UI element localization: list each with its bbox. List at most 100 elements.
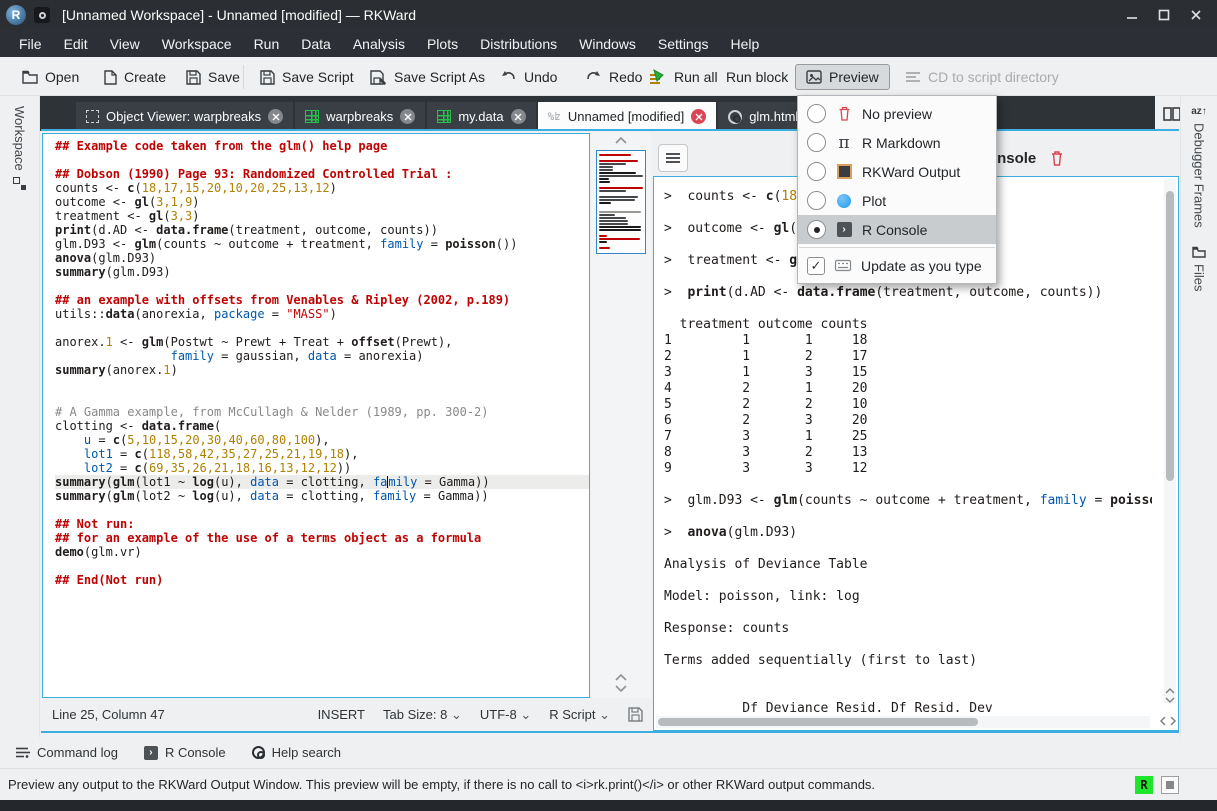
run-block-button[interactable]: Run block xyxy=(726,64,788,90)
console-line xyxy=(664,605,1152,621)
insert-mode-label[interactable]: INSERT xyxy=(318,707,365,722)
minimize-button[interactable] xyxy=(1121,4,1143,26)
toolview-command-log[interactable]: Command log xyxy=(16,745,118,760)
undo-button[interactable]: Undo xyxy=(500,64,557,90)
scroll-left-icon[interactable] xyxy=(1160,716,1166,726)
menu-item-plot[interactable]: Plot xyxy=(798,186,996,215)
help-search-icon xyxy=(252,746,265,759)
preview-menu-button[interactable] xyxy=(658,144,688,172)
filetype-selector[interactable]: R Script ⌄ xyxy=(549,707,610,723)
code-line: # A Gamma example, from McCullagh & Neld… xyxy=(55,405,589,419)
radio-icon xyxy=(807,191,826,210)
tab-unnamed-modified[interactable]: %ʫ Unnamed [modified] xyxy=(538,102,717,131)
tab-close-icon[interactable] xyxy=(691,109,706,124)
code-line: treatment <- gl(3,3) xyxy=(55,209,589,223)
menu-item-r-markdown[interactable]: π R Markdown xyxy=(798,128,996,157)
console-line: 4 2 1 20 xyxy=(664,381,1152,397)
open-button[interactable]: Open xyxy=(22,64,79,90)
interrupt-r-button[interactable] xyxy=(1161,776,1179,794)
scroll-right-icon[interactable] xyxy=(1170,716,1176,726)
scroll-up-icon[interactable] xyxy=(591,133,651,144)
scroll-up-icon[interactable] xyxy=(1165,688,1175,694)
run-all-button[interactable]: Run all xyxy=(648,64,718,90)
editor-scrollbar-strip[interactable] xyxy=(591,133,651,698)
script-editor[interactable]: ## Example code taken from the glm() hel… xyxy=(42,133,590,698)
run-all-icon xyxy=(648,69,667,85)
create-button[interactable]: Create xyxy=(104,64,166,90)
menu-settings[interactable]: Settings xyxy=(647,32,720,56)
undo-icon xyxy=(500,70,517,85)
rkward-output-icon xyxy=(835,164,853,179)
radio-icon xyxy=(807,104,826,123)
menu-help[interactable]: Help xyxy=(720,32,771,56)
split-view-icon[interactable] xyxy=(1163,107,1181,121)
sidebar-item-workspace[interactable]: Workspace xyxy=(0,106,39,190)
tab-warpbreaks[interactable]: warpbreaks xyxy=(295,102,425,131)
console-line: Analysis of Deviance Table xyxy=(664,557,1152,573)
menu-view[interactable]: View xyxy=(99,32,151,56)
editor-minimap[interactable] xyxy=(596,150,646,254)
scrollbar-thumb[interactable] xyxy=(1166,191,1174,481)
menu-plots[interactable]: Plots xyxy=(416,32,469,56)
menu-edit[interactable]: Edit xyxy=(53,32,99,56)
menu-item-update-as-you-type[interactable]: ✓ Update as you type xyxy=(798,251,996,280)
editor-code-area[interactable]: ## Example code taken from the glm() hel… xyxy=(43,134,589,587)
editor-status-bar: Line 25, Column 47 INSERT Tab Size: 8 ⌄ … xyxy=(42,698,651,731)
menu-run[interactable]: Run xyxy=(243,32,291,56)
menu-workspace[interactable]: Workspace xyxy=(151,32,243,56)
tab-size-selector[interactable]: Tab Size: 8 ⌄ xyxy=(383,707,462,723)
tab-close-icon[interactable] xyxy=(268,109,283,124)
save-state-icon xyxy=(628,707,643,722)
markdown-pi-icon: π xyxy=(835,133,853,153)
radio-icon xyxy=(807,133,826,152)
preview-button[interactable]: Preview xyxy=(795,64,890,90)
console-line: 6 2 3 20 xyxy=(664,413,1152,429)
code-line: ## Example code taken from the glm() hel… xyxy=(55,139,589,153)
maximize-button[interactable] xyxy=(1153,4,1175,26)
console-vertical-scrollbar[interactable] xyxy=(1164,179,1176,703)
cd-to-script-directory-button[interactable]: CD to script directory xyxy=(905,64,1059,90)
menu-analysis[interactable]: Analysis xyxy=(342,32,416,56)
console-horizontal-scrollbar[interactable] xyxy=(656,716,1150,728)
encoding-selector[interactable]: UTF-8 ⌄ xyxy=(480,707,531,723)
menu-windows[interactable]: Windows xyxy=(568,32,647,56)
save-icon xyxy=(186,70,201,85)
console-line: 8 3 2 13 xyxy=(664,445,1152,461)
toolview-help-search[interactable]: Help search xyxy=(252,745,341,760)
console-line: Terms added sequentially (first to last) xyxy=(664,653,1152,669)
sidebar-item-files[interactable]: Files xyxy=(1181,246,1217,291)
tab-object-viewer-warpbreaks[interactable]: Object Viewer: warpbreaks xyxy=(76,102,293,131)
cursor-position-label: Line 25, Column 47 xyxy=(52,707,165,722)
save-button[interactable]: Save xyxy=(186,64,240,90)
tab-my-data[interactable]: my.data xyxy=(427,102,535,131)
scroll-down-icon[interactable] xyxy=(615,685,627,692)
tab-glm-help[interactable]: glm.html xyxy=(718,102,808,131)
scroll-down-icon[interactable] xyxy=(1165,697,1175,703)
save-script-as-button[interactable]: Save Script As xyxy=(370,64,485,90)
close-button[interactable] xyxy=(1185,4,1207,26)
console-line: > glm.D93 <- glm(counts ~ outcome + trea… xyxy=(664,493,1152,509)
tab-close-icon[interactable] xyxy=(511,109,526,124)
preview-icon xyxy=(806,70,822,84)
redo-button[interactable]: Redo xyxy=(585,64,642,90)
sort-az-icon: az↑ xyxy=(1191,106,1207,117)
trash-icon[interactable] xyxy=(1050,150,1064,166)
title-bar: R [Unnamed Workspace] - Unnamed [modifie… xyxy=(0,0,1217,30)
code-line: family = gaussian, data = anorexia) xyxy=(55,349,589,363)
menu-item-no-preview[interactable]: No preview xyxy=(798,99,996,128)
scroll-up-icon[interactable] xyxy=(615,674,627,681)
tab-close-icon[interactable] xyxy=(400,109,415,124)
menu-file[interactable]: File xyxy=(8,32,53,56)
r-engine-status-badge: R xyxy=(1135,776,1153,794)
toolbar-separator xyxy=(243,65,244,89)
save-script-button[interactable]: Save Script xyxy=(260,64,354,90)
menu-data[interactable]: Data xyxy=(290,32,342,56)
scrollbar-thumb[interactable] xyxy=(658,718,978,726)
menu-item-r-console[interactable]: › R Console xyxy=(798,215,996,244)
code-line: clotting <- data.frame( xyxy=(55,419,589,433)
menu-item-rkward-output[interactable]: RKWard Output xyxy=(798,157,996,186)
sidebar-item-debugger-frames[interactable]: az↑ Debugger Frames xyxy=(1181,106,1217,228)
menu-distributions[interactable]: Distributions xyxy=(469,32,568,56)
code-line: summary(glm(lot2 ~ log(u), data = clotti… xyxy=(55,489,589,503)
toolview-r-console[interactable]: › R Console xyxy=(144,745,226,760)
